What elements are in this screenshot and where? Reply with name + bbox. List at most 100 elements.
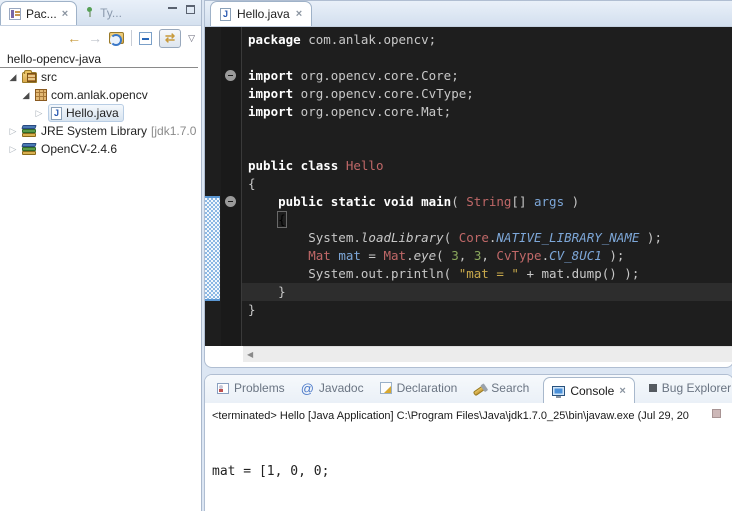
code-line[interactable]: System.out.println( "mat = " + mat.dump(… xyxy=(248,265,732,283)
code-line[interactable]: { xyxy=(248,175,732,193)
console-content: <terminated> Hello [Java Application] C:… xyxy=(205,403,732,511)
tree-item-label: Hello.java xyxy=(66,106,119,120)
package-explorer-panel: Pac... × Ty... ← → ⇄ ▽ hello-opencv-java… xyxy=(0,0,202,511)
code-line[interactable] xyxy=(248,49,732,67)
editor-tab-label: Hello.java xyxy=(237,7,290,21)
code-line[interactable]: package com.anlak.opencv; xyxy=(248,31,732,49)
expand-arrow-icon[interactable]: ◢ xyxy=(8,72,18,83)
tab-label: Console xyxy=(570,384,614,398)
problems-icon xyxy=(217,383,229,394)
tree-item-label: com.anlak.opencv xyxy=(51,88,148,102)
close-icon[interactable]: × xyxy=(296,8,302,20)
annotation-ruler[interactable] xyxy=(205,27,221,346)
close-icon[interactable]: × xyxy=(62,8,68,20)
code-line[interactable]: import org.opencv.core.Core; xyxy=(248,67,732,85)
collapse-arrow-icon[interactable]: ▷ xyxy=(8,144,18,155)
range-indicator xyxy=(205,196,220,301)
code-line[interactable]: Mat mat = Mat.eye( 3, 3, CvType.CV_8UC1 … xyxy=(248,247,732,265)
library-icon xyxy=(22,143,37,155)
console-icon xyxy=(552,386,565,396)
collapse-all-button[interactable] xyxy=(139,32,152,45)
tab-label: Search xyxy=(491,381,529,395)
editor-tab-bar: J Hello.java × xyxy=(205,1,732,27)
go-into-button[interactable] xyxy=(109,32,124,44)
console-tab-bar: Problems @ Javadoc Declaration Search Co… xyxy=(205,375,732,403)
console-output-line: mat = [1, 0, 0; xyxy=(212,463,732,480)
scroll-left-icon[interactable]: ◀ xyxy=(247,350,253,359)
code-lines: package com.anlak.opencv; import org.ope… xyxy=(248,31,732,319)
source-folder-icon xyxy=(22,72,37,83)
fold-collapse-icon[interactable] xyxy=(225,70,236,81)
tab-label: Bug Explorer xyxy=(662,381,731,395)
minimize-icon[interactable] xyxy=(168,7,177,14)
tab-javadoc[interactable]: @ Javadoc xyxy=(301,377,364,403)
tab-problems[interactable]: Problems xyxy=(217,377,285,403)
tree-item-project[interactable]: hello-opencv-java xyxy=(0,51,198,68)
collapse-arrow-icon[interactable]: ▷ xyxy=(8,126,18,137)
selected-tree-item[interactable]: J Hello.java xyxy=(48,104,124,122)
code-line[interactable]: import org.opencv.core.Mat; xyxy=(248,103,732,121)
package-explorer-icon xyxy=(9,8,21,20)
console-toolbar-icon[interactable] xyxy=(712,409,721,418)
code-line[interactable]: public class Hello xyxy=(248,157,732,175)
tree-item-label: JRE System Library xyxy=(41,124,147,138)
code-line[interactable]: } xyxy=(242,283,732,301)
type-hierarchy-icon xyxy=(85,7,95,20)
tab-label: Ty... xyxy=(100,6,122,20)
tree-item-label: OpenCV-2.4.6 xyxy=(41,142,117,156)
collapse-arrow-icon[interactable]: ▷ xyxy=(34,108,44,119)
library-decorator: [jdk1.7.0 xyxy=(151,124,196,138)
tab-label: Javadoc xyxy=(319,381,364,395)
tree-item-opencv-library[interactable]: ▷ OpenCV-2.4.6 xyxy=(0,140,201,158)
java-file-icon: J xyxy=(51,107,62,120)
tab-search[interactable]: Search xyxy=(473,377,529,403)
tree-item-hello-java[interactable]: ▷ J Hello.java xyxy=(0,104,201,122)
package-icon xyxy=(35,89,47,101)
tab-label: Pac... xyxy=(26,7,57,21)
horizontal-scrollbar[interactable]: ◀ xyxy=(243,346,732,362)
tab-type-hierarchy[interactable]: Ty... xyxy=(77,1,130,25)
tab-bug-explorer[interactable]: Bug Explorer xyxy=(649,377,731,403)
back-button[interactable]: ← xyxy=(67,31,81,45)
code-editor[interactable]: package com.anlak.opencv; import org.ope… xyxy=(242,27,732,346)
java-file-icon: J xyxy=(220,8,231,21)
editor-body: package com.anlak.opencv; import org.ope… xyxy=(205,27,732,346)
toolbar-separator xyxy=(131,30,132,46)
console-output[interactable]: mat = [1, 0, 0; 0, 1, 0; 0, 0, 1] xyxy=(212,429,732,511)
project-tree: ◢ src ◢ com.anlak.opencv ▷ J Hello.java … xyxy=(0,68,201,158)
maximize-icon[interactable] xyxy=(186,5,195,14)
tab-label: Problems xyxy=(234,381,285,395)
fold-collapse-icon[interactable] xyxy=(225,196,236,207)
code-line[interactable]: public static void main( String[] args ) xyxy=(248,193,732,211)
code-line[interactable]: System.loadLibrary( Core.NATIVE_LIBRARY_… xyxy=(248,229,732,247)
console-view: Problems @ Javadoc Declaration Search Co… xyxy=(204,374,732,511)
code-line[interactable] xyxy=(248,121,732,139)
editor-tab-hello-java[interactable]: J Hello.java × xyxy=(210,1,312,26)
tab-label: Declaration xyxy=(397,381,458,395)
console-process-header: <terminated> Hello [Java Application] C:… xyxy=(212,410,732,422)
forward-button[interactable]: → xyxy=(88,31,102,45)
code-line[interactable]: } xyxy=(248,301,732,319)
javadoc-icon: @ xyxy=(301,381,314,396)
editor-area: J Hello.java × package com.anlak.opencv;… xyxy=(204,0,732,368)
tree-item-jre-library[interactable]: ▷ JRE System Library [jdk1.7.0 xyxy=(0,122,201,140)
bug-explorer-icon xyxy=(649,384,657,392)
tree-item-package[interactable]: ◢ com.anlak.opencv xyxy=(0,86,201,104)
sidebar-toolbar: ← → ⇄ ▽ xyxy=(0,26,201,50)
project-label: hello-opencv-java xyxy=(7,52,101,66)
folding-ruler[interactable] xyxy=(221,27,242,346)
tab-declaration[interactable]: Declaration xyxy=(380,377,458,403)
tree-item-label: src xyxy=(41,70,57,84)
expand-arrow-icon[interactable]: ◢ xyxy=(21,90,31,101)
tab-package-explorer[interactable]: Pac... × xyxy=(0,1,77,25)
close-icon[interactable]: × xyxy=(619,385,625,397)
code-line[interactable] xyxy=(248,139,732,157)
link-with-editor-button[interactable]: ⇄ xyxy=(159,29,181,48)
sidebar-tab-bar: Pac... × Ty... xyxy=(0,0,201,26)
code-line[interactable]: { xyxy=(248,211,732,229)
code-line[interactable]: import org.opencv.core.CvType; xyxy=(248,85,732,103)
tree-item-src[interactable]: ◢ src xyxy=(0,68,201,86)
tab-console[interactable]: Console × xyxy=(543,377,634,403)
library-icon xyxy=(22,125,37,137)
view-menu-icon[interactable]: ▽ xyxy=(188,33,195,44)
